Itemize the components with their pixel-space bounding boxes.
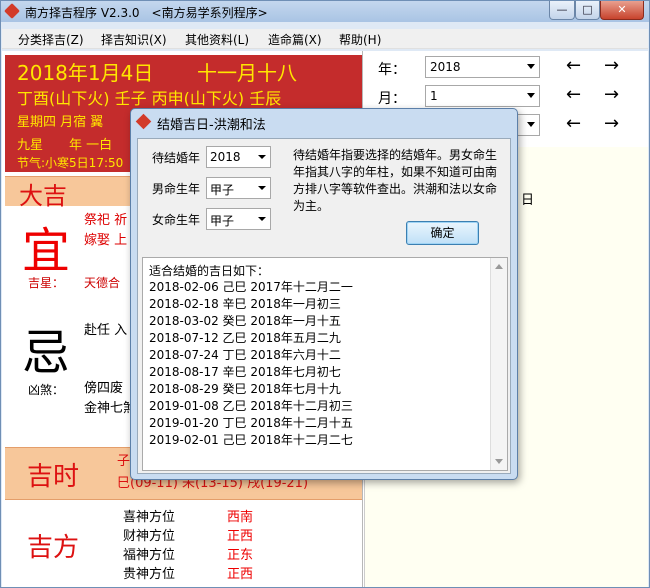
menu-other[interactable]: 其他资料(L) <box>185 31 249 48</box>
result-item: 2019-01-08 乙巳 2018年十二月初三 <box>149 399 353 413</box>
menu-help[interactable]: 帮助(H) <box>339 31 381 48</box>
month-next-arrow-icon[interactable]: → <box>604 84 619 105</box>
dialog-title: 结婚吉日-洪潮和法 <box>157 118 266 133</box>
menu-zaoming[interactable]: 造命篇(X) <box>268 31 322 48</box>
result-scrollbar[interactable] <box>490 258 507 470</box>
chevron-down-icon <box>258 186 266 190</box>
result-item: 2019-01-20 丁巳 2018年十二月十五 <box>149 416 353 430</box>
direction-section: 吉方 喜神方位 西南 财神方位 正西 福神方位 正东 贵神方位 正西 <box>5 503 362 587</box>
lunar-date: 十一月十八 <box>197 61 297 85</box>
minimize-button[interactable]: — <box>549 1 575 20</box>
result-header: 适合结婚的吉日如下： <box>149 264 270 278</box>
year-prev-arrow-icon[interactable]: ← <box>566 55 581 76</box>
dialog-description: 待结婚年指要选择的结婚年。男女命生年指其八字的年柱，如果不知道可由南方排八字等软… <box>293 148 498 213</box>
xiongsha-item: 金神七煞 <box>84 401 137 416</box>
close-button[interactable]: ✕ <box>600 1 644 20</box>
direction-name: 喜神方位 <box>123 510 176 525</box>
chevron-down-icon <box>527 64 535 69</box>
chevron-down-icon <box>258 155 266 159</box>
chevron-down-icon <box>258 217 266 221</box>
month-prev-arrow-icon[interactable]: ← <box>566 84 581 105</box>
chevron-down-icon <box>527 122 535 127</box>
month-select[interactable]: 1 <box>425 85 540 107</box>
daily-rating: 大吉 <box>19 182 67 210</box>
female-year-label: 女命生年 <box>152 213 201 227</box>
jishi-line: 子 <box>117 454 131 469</box>
ganzhi-line: 丁酉(山下火) 壬子 丙申(山下火) 壬辰 <box>17 89 282 108</box>
xiongsha-item: 傍四废 <box>84 381 124 396</box>
male-year-value: 甲子 <box>210 183 235 197</box>
direction-name: 福神方位 <box>123 548 176 563</box>
day-detail-text: 日 <box>521 193 535 208</box>
chevron-down-icon <box>527 93 535 98</box>
direction-value: 正西 <box>227 529 254 544</box>
female-year-value: 甲子 <box>210 214 235 228</box>
day-prev-arrow-icon[interactable]: ← <box>566 113 581 134</box>
jiuxing-line: 九星 年 一白 <box>17 138 113 153</box>
result-item: 2018-07-12 乙巳 2018年五月二九 <box>149 331 341 345</box>
ji-items: 赴任 入 <box>84 323 128 338</box>
title-bar[interactable]: 南方择吉程序 V2.3.0 <南方易学系列程序> — □ ✕ <box>1 1 649 22</box>
year-select[interactable]: 2018 <box>425 56 540 78</box>
female-year-select[interactable]: 甲子 <box>206 208 271 230</box>
scroll-up-icon[interactable] <box>495 264 503 269</box>
result-list: 2018-02-06 己巳 2017年十二月二一 2018-02-18 辛巳 2… <box>149 279 353 449</box>
marriage-year-select[interactable]: 2018 <box>206 146 271 168</box>
year-next-arrow-icon[interactable]: → <box>604 55 619 76</box>
male-year-select[interactable]: 甲子 <box>206 177 271 199</box>
yi-heading: 宜 <box>22 223 71 279</box>
yi-item: 祭祀 祈 <box>84 213 128 228</box>
marriage-year-value: 2018 <box>210 150 241 164</box>
weekday-line: 星期四 月宿 翼 <box>17 115 104 130</box>
menu-bar: 分类择吉(Z) 择吉知识(X) 其他资料(L) 造命篇(X) 帮助(H) <box>2 29 648 49</box>
result-item: 2018-07-24 丁巳 2018年六月十二 <box>149 348 341 362</box>
app-icon <box>135 113 152 130</box>
result-item: 2018-08-29 癸巳 2018年七月十九 <box>149 382 341 396</box>
yi-item: 嫁娶 上 <box>84 233 128 248</box>
direction-value: 西南 <box>227 510 254 525</box>
direction-name: 财神方位 <box>123 529 176 544</box>
result-item: 2019-02-01 己巳 2018年十二月二七 <box>149 433 353 447</box>
result-item: 2018-08-17 辛巳 2018年七月初七 <box>149 365 341 379</box>
solar-date: 2018年1月4日 <box>17 61 154 85</box>
menu-knowledge[interactable]: 择吉知识(X) <box>101 31 167 48</box>
marriage-year-label: 待结婚年 <box>152 151 201 165</box>
month-select-value: 1 <box>430 89 438 103</box>
year-select-value: 2018 <box>430 60 461 74</box>
result-item: 2018-03-02 癸巳 2018年一月十五 <box>149 314 341 328</box>
menu-classify[interactable]: 分类择吉(Z) <box>18 31 84 48</box>
maximize-button[interactable]: □ <box>575 1 600 20</box>
result-item: 2018-02-06 己巳 2017年十二月二一 <box>149 280 353 294</box>
dialog-title-bar[interactable]: 结婚吉日-洪潮和法 <box>131 109 517 133</box>
app-icon <box>4 3 20 19</box>
male-year-label: 男命生年 <box>152 182 201 196</box>
dialog-body: 待结婚年 2018 男命生年 甲子 女命生年 甲子 待结婚年指要选择的结婚年。男… <box>137 138 511 474</box>
direction-value: 正东 <box>227 548 254 563</box>
xiongsha-values: 傍四废 金神七煞 <box>84 379 136 419</box>
year-label: 年： <box>378 62 406 78</box>
result-item: 2018-02-18 辛巳 2018年一月初三 <box>149 297 341 311</box>
xiongsha-label: 凶煞： <box>28 383 65 397</box>
jifang-heading: 吉方 <box>27 533 80 563</box>
direction-name: 贵神方位 <box>123 567 176 582</box>
day-next-arrow-icon[interactable]: → <box>604 113 619 134</box>
ok-button[interactable]: 确定 <box>406 221 479 245</box>
ji-heading: 忌 <box>22 325 71 381</box>
result-list-box[interactable]: 适合结婚的吉日如下： 2018-02-06 己巳 2017年十二月二一 2018… <box>142 257 508 471</box>
month-label: 月： <box>378 91 406 107</box>
scroll-down-icon[interactable] <box>495 459 503 464</box>
direction-value: 正西 <box>227 567 254 582</box>
jishi-heading: 吉时 <box>27 462 80 492</box>
window-title: 南方择吉程序 V2.3.0 <南方易学系列程序> <box>25 6 268 20</box>
jixing-label: 吉星： <box>28 276 65 290</box>
jieqi-line: 节气:小寒5日17:50 <box>17 156 124 170</box>
jixing-value: 天德合 <box>84 276 121 290</box>
marriage-date-dialog: 结婚吉日-洪潮和法 待结婚年 2018 男命生年 甲子 女命生年 甲子 待结婚年… <box>130 108 518 480</box>
yi-items: 祭祀 祈 嫁娶 上 <box>84 211 127 251</box>
